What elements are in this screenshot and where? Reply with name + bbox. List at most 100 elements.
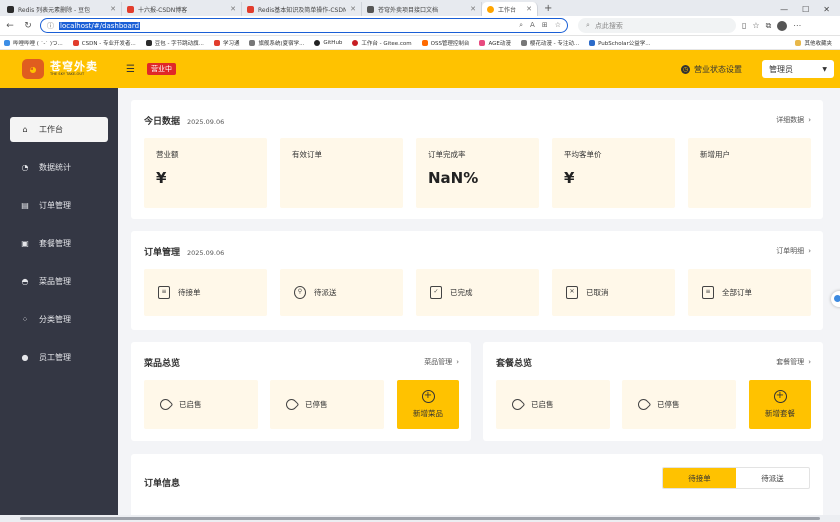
bookmark-label: 旗舰系统(夏宿学... bbox=[258, 40, 305, 47]
browser-tab[interactable]: 苍穹外卖项目接口文档 ✕ bbox=[362, 2, 482, 16]
bookmark-item[interactable]: 豆包 - 字节跳动旗... bbox=[145, 39, 204, 47]
close-window-icon[interactable]: ✕ bbox=[823, 5, 830, 14]
bookmark-item[interactable]: 工作台 - Gitee.com bbox=[352, 39, 412, 47]
favorites-icon[interactable]: ☆ bbox=[752, 21, 759, 30]
tag-icon bbox=[157, 396, 174, 413]
shop-status-setting-button[interactable]: ◷ 营业状态设置 bbox=[681, 64, 742, 75]
browser-tab-active[interactable]: 工作台 ✕ bbox=[482, 2, 538, 16]
stat-valid-orders: 有效订单 bbox=[280, 138, 403, 208]
bookmark-label: PubScholar公益学... bbox=[598, 40, 651, 47]
bookmark-item[interactable]: 樱花动漫 - 专注动... bbox=[520, 39, 579, 47]
order-all-button[interactable]: ≡ 全部订单 bbox=[688, 269, 811, 316]
new-tab-button[interactable]: + bbox=[538, 2, 558, 16]
info-icon[interactable]: ⓘ bbox=[47, 21, 54, 31]
maximize-icon[interactable]: ☐ bbox=[802, 5, 809, 14]
browser-tab[interactable]: Redis基本知识及简单操作-CSDN ✕ bbox=[242, 2, 362, 16]
bookmark-icon bbox=[72, 39, 79, 46]
tab-pending[interactable]: 待接单 bbox=[663, 468, 736, 488]
sidebar-item-label: 订单管理 bbox=[39, 201, 71, 210]
card-date: 2025.09.06 bbox=[187, 118, 225, 126]
bookmark-item[interactable]: 学习通 bbox=[213, 39, 239, 47]
close-icon[interactable]: ✕ bbox=[230, 5, 236, 13]
bookmark-item[interactable]: CSDN - 专业开发者... bbox=[72, 39, 136, 47]
user-dropdown[interactable]: 管理员 ▼ bbox=[762, 60, 834, 78]
order-item-label: 待派送 bbox=[314, 288, 337, 297]
minimize-icon[interactable]: — bbox=[780, 5, 788, 14]
card-title: 订单信息 bbox=[144, 479, 181, 489]
sidebar-item-dishes[interactable]: ◓ 菜品管理 bbox=[10, 269, 108, 294]
profile-avatar[interactable] bbox=[777, 20, 788, 31]
sidebar-item-employees[interactable]: ● 员工管理 bbox=[10, 345, 108, 370]
folder-icon bbox=[795, 39, 802, 46]
order-completed-button[interactable]: ✓ 已完成 bbox=[416, 269, 539, 316]
favorite-star-icon[interactable]: ☆ bbox=[555, 21, 561, 30]
back-icon[interactable]: ← bbox=[4, 21, 16, 31]
search-icon: ⌕ bbox=[586, 21, 590, 29]
refresh-icon[interactable]: ↻ bbox=[22, 21, 34, 31]
add-label: 新增菜品 bbox=[413, 409, 443, 418]
bookmark-label: 工作台 - Gitee.com bbox=[361, 40, 412, 47]
dish-off-sale[interactable]: 已停售 bbox=[270, 380, 384, 429]
stat-label: 新增用户 bbox=[700, 150, 730, 159]
plus-icon: + bbox=[773, 390, 787, 403]
sidebar-item-orders[interactable]: ▤ 订单管理 bbox=[10, 193, 108, 218]
order-item-label: 已完成 bbox=[450, 288, 473, 297]
sidebar-item-statistics[interactable]: ◔ 数据统计 bbox=[10, 155, 108, 180]
tab-favicon bbox=[247, 5, 254, 13]
zoom-icon[interactable]: ⌕ bbox=[519, 21, 523, 30]
order-pending-button[interactable]: ≡ 待接单 bbox=[144, 269, 267, 316]
assistant-icon bbox=[834, 295, 840, 302]
bookmark-folder[interactable]: 其他收藏夹 bbox=[795, 39, 836, 47]
detail-data-link[interactable]: 详细数据 › bbox=[776, 115, 811, 125]
split-screen-icon[interactable]: ▯ bbox=[742, 21, 746, 30]
bookmark-label: 哔哩哔哩 ( ˙-˙ )つ... bbox=[13, 40, 63, 47]
order-to-deliver-button[interactable]: ⚲ 待派送 bbox=[280, 269, 403, 316]
browser-search-box[interactable]: ⌕ 点此搜索 bbox=[578, 18, 736, 33]
menu-toggle-icon[interactable]: ☰ bbox=[126, 64, 135, 75]
sidebar-item-dashboard[interactable]: ⌂ 工作台 bbox=[10, 117, 108, 142]
browser-tab[interactable]: Redis 列表元素删除 - 豆包 ✕ bbox=[2, 2, 122, 16]
bookmark-item[interactable]: OSS管理控制台 bbox=[421, 39, 469, 47]
tab-to-deliver[interactable]: 待派送 bbox=[736, 468, 809, 488]
close-icon[interactable]: ✕ bbox=[526, 5, 532, 13]
close-icon[interactable]: ✕ bbox=[110, 5, 116, 13]
main-content: 今日数据 2025.09.06 详细数据 › 营业额 ¥ 有效订单 订单完成率 NaN%… bbox=[118, 88, 840, 518]
close-icon[interactable]: ✕ bbox=[470, 5, 476, 13]
logo: ◕ 苍穹外卖 THE SKY TAKE-OUT bbox=[0, 59, 118, 79]
order-cancelled-button[interactable]: ✕ 已取消 bbox=[552, 269, 675, 316]
sidebar-item-setmeals[interactable]: ▣ 套餐管理 bbox=[10, 231, 108, 256]
bookmark-folder-label: 其他收藏夹 bbox=[804, 40, 832, 47]
browser-tab[interactable]: 十六报-CSDN博客 ✕ bbox=[122, 2, 242, 16]
mini-label: 已停售 bbox=[305, 400, 328, 409]
bookmark-item[interactable]: GitHub bbox=[314, 39, 342, 46]
scrollbar-thumb[interactable] bbox=[20, 517, 820, 520]
sidebar: ⌂ 工作台 ◔ 数据统计 ▤ 订单管理 ▣ 套餐管理 ◓ 菜品管理 ⁘ 分类管理 ● 员工管理 bbox=[0, 88, 118, 518]
bookmark-icon bbox=[479, 39, 486, 46]
sidebar-assistant-button[interactable] bbox=[831, 291, 840, 307]
apps-icon[interactable]: ⊞ bbox=[542, 21, 548, 30]
order-detail-link[interactable]: 订单明细 › bbox=[776, 246, 811, 256]
stat-new-users: 新增用户 bbox=[688, 138, 811, 208]
close-icon[interactable]: ✕ bbox=[350, 5, 356, 13]
sidebar-item-categories[interactable]: ⁘ 分类管理 bbox=[10, 307, 108, 332]
order-management-title: 订单管理 2025.09.06 bbox=[144, 245, 224, 258]
dish-management-link[interactable]: 菜品管理 › bbox=[424, 357, 459, 367]
url-input[interactable]: ⓘ localhost/#/dashboard ⌕ A ⊞ ☆ bbox=[40, 18, 568, 33]
more-icon[interactable]: ⋯ bbox=[793, 21, 801, 30]
tag-icon bbox=[509, 396, 526, 413]
link-label: 订单明细 bbox=[776, 247, 805, 255]
setmeal-on-sale[interactable]: 已启售 bbox=[496, 380, 610, 429]
setmeal-off-sale[interactable]: 已停售 bbox=[622, 380, 736, 429]
add-setmeal-button[interactable]: + 新增套餐 bbox=[749, 380, 811, 429]
bookmark-item[interactable]: 哔哩哔哩 ( ˙-˙ )つ... bbox=[4, 39, 63, 47]
bookmark-item[interactable]: PubScholar公益学... bbox=[589, 39, 651, 47]
collections-icon[interactable]: ⧉ bbox=[766, 21, 772, 31]
setmeal-management-link[interactable]: 套餐管理 › bbox=[776, 357, 811, 367]
sidebar-item-label: 菜品管理 bbox=[39, 277, 71, 286]
add-dish-button[interactable]: + 新增菜品 bbox=[397, 380, 459, 429]
read-mode-icon[interactable]: A bbox=[530, 21, 535, 30]
bookmark-item[interactable]: AGE动漫 bbox=[479, 39, 511, 47]
bookmark-item[interactable]: 旗舰系统(夏宿学... bbox=[249, 39, 304, 47]
dish-on-sale[interactable]: 已启售 bbox=[144, 380, 258, 429]
horizontal-scrollbar[interactable] bbox=[0, 515, 840, 522]
